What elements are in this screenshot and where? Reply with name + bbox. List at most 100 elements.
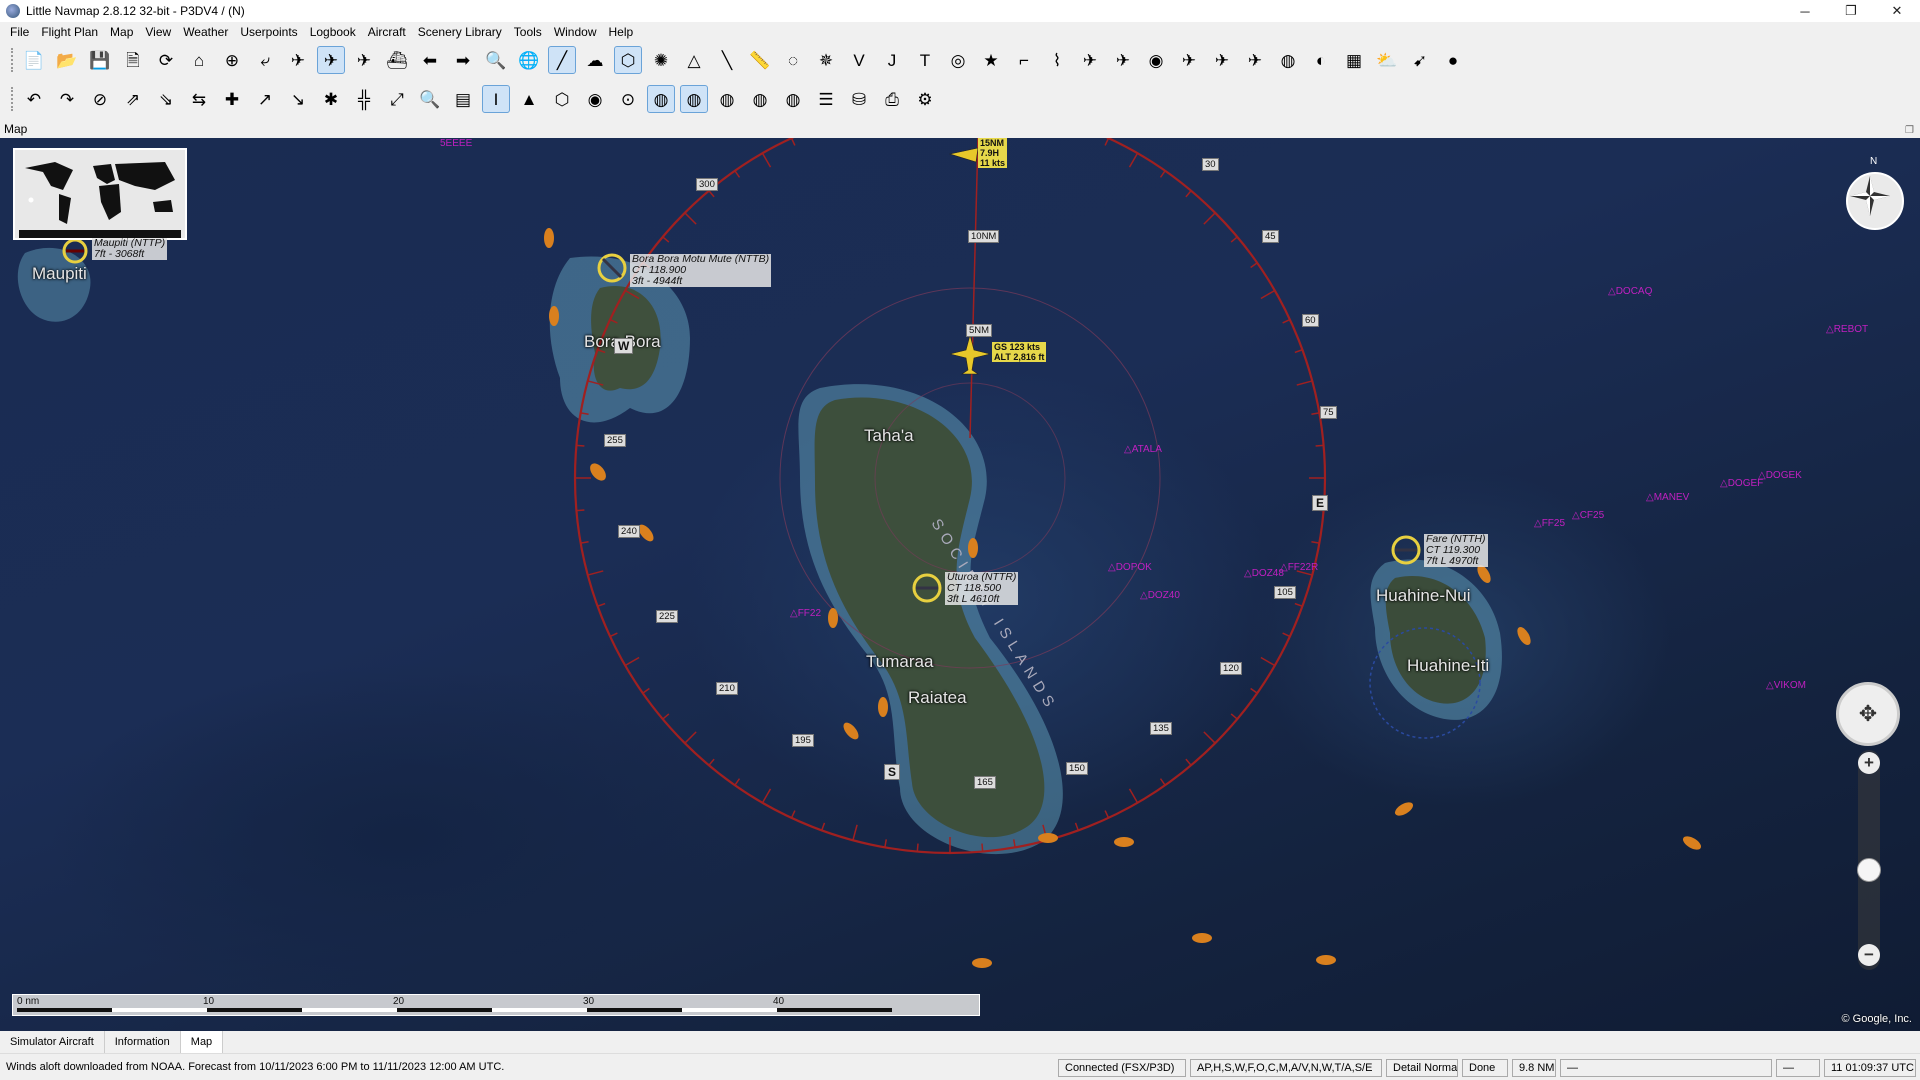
waypoint-dogek[interactable]: △DOGEK — [1758, 470, 1802, 481]
open-flightplan-icon[interactable]: 📂 — [53, 46, 81, 74]
track-icon[interactable]: T — [911, 46, 939, 74]
toolbar-grip[interactable] — [11, 87, 15, 111]
weather-icon[interactable]: ☁ — [581, 46, 609, 74]
tab-simulator-aircraft[interactable]: Simulator Aircraft — [0, 1031, 105, 1053]
select-departure-icon[interactable]: ↗ — [251, 85, 279, 113]
map-compass-icon[interactable] — [1846, 172, 1904, 230]
flight-trail-icon[interactable]: ✈ — [1175, 46, 1203, 74]
navigraph-icon[interactable]: ◉ — [581, 85, 609, 113]
print-icon[interactable]: ⎙ — [878, 85, 906, 113]
search-radius-icon[interactable]: ⊙ — [614, 85, 642, 113]
procedure-icon[interactable]: ⌐ — [1010, 46, 1038, 74]
back-icon[interactable]: ⬅ — [416, 46, 444, 74]
zoom-in-button[interactable]: + — [1858, 752, 1880, 774]
database-update-icon[interactable]: ⛁ — [845, 85, 873, 113]
globe-icon[interactable]: 🌐 — [515, 46, 543, 74]
new-flightplan-icon[interactable]: 📄 — [20, 46, 48, 74]
airport-label-nttb[interactable]: Bora Bora Motu Mute (NTTB) CT 118.900 3f… — [630, 254, 772, 287]
elevation-icon[interactable]: ▦ — [1340, 46, 1368, 74]
waypoint-atala[interactable]: △ATALA — [1124, 444, 1162, 455]
waypoint-doz48[interactable]: △DOZ48 — [1244, 568, 1284, 579]
otr-icon[interactable]: ◍ — [746, 85, 774, 113]
aircraft-trail-icon[interactable]: ✈ — [1076, 46, 1104, 74]
menu-logbook[interactable]: Logbook — [304, 22, 362, 42]
waypoint-vikom[interactable]: △VIKOM — [1766, 680, 1806, 691]
tab-information[interactable]: Information — [105, 1031, 181, 1053]
center-icon[interactable]: ⊕ — [218, 46, 246, 74]
close-button[interactable]: ✕ — [1874, 0, 1920, 22]
grid-icon[interactable]: ◍ — [1274, 46, 1302, 74]
zoom-in-icon[interactable]: 🔍 — [416, 85, 444, 113]
menu-map[interactable]: Map — [104, 22, 139, 42]
settings-icon[interactable]: ⚙ — [911, 85, 939, 113]
online-icon[interactable]: ◉ — [1142, 46, 1170, 74]
compass-rose-icon[interactable]: ✵ — [812, 46, 840, 74]
vor-icon[interactable]: ⬡ — [614, 46, 642, 74]
earth-icon[interactable]: ● — [1439, 46, 1467, 74]
waypoint-ff25[interactable]: △FF25 — [1534, 518, 1565, 529]
waypoint-icon[interactable]: △ — [680, 46, 708, 74]
redo-icon[interactable]: ↷ — [53, 85, 81, 113]
menu-tools[interactable]: Tools — [508, 22, 548, 42]
menu-weather[interactable]: Weather — [177, 22, 234, 42]
airport-label-nttr[interactable]: Uturoa (NTTR) CT 118.500 3ft L 4610ft — [945, 572, 1019, 605]
sun-shading-icon[interactable]: ◐ — [1307, 46, 1335, 74]
runway-icon[interactable]: ╬ — [350, 85, 378, 113]
ruler-icon[interactable]: 📏 — [746, 46, 774, 74]
waypoint-cf25[interactable]: △CF25 — [1572, 510, 1604, 521]
zoom-slider-knob[interactable] — [1857, 858, 1881, 882]
spec-icon[interactable]: ◍ — [713, 85, 741, 113]
map-position-back-icon[interactable]: ⤶ — [251, 46, 279, 74]
airport-label-nttp[interactable]: Maupiti (NTTP) 7ft - 3068ft — [92, 238, 168, 260]
italic-label-icon[interactable]: I — [482, 85, 510, 113]
tab-map[interactable]: Map — [180, 1031, 224, 1053]
fir-icon[interactable]: ◍ — [779, 85, 807, 113]
ndb-icon[interactable]: ✺ — [647, 46, 675, 74]
clear-icon[interactable]: ⊘ — [86, 85, 114, 113]
menu-flight-plan[interactable]: Flight Plan — [35, 22, 104, 42]
calc-route-icon[interactable]: ⇗ — [119, 85, 147, 113]
menu-scenery-library[interactable]: Scenery Library — [412, 22, 508, 42]
ai-aircraft-icon[interactable]: ✈ — [350, 46, 378, 74]
waypoint-rebot[interactable]: △REBOT — [1826, 324, 1868, 335]
waypoint-ff22r[interactable]: △FF22R — [1280, 562, 1318, 573]
world-overview-inset[interactable] — [13, 148, 187, 240]
menu-file[interactable]: File — [4, 22, 35, 42]
menu-view[interactable]: View — [139, 22, 177, 42]
waypoint-docaq[interactable]: △DOCAQ — [1608, 286, 1652, 297]
waypoint-dopok[interactable]: △DOPOK — [1108, 562, 1152, 573]
center-aircraft-icon[interactable]: ✈ — [317, 46, 345, 74]
range-ring-icon[interactable]: ◌ — [779, 46, 807, 74]
terrain-icon[interactable]: ▲ — [515, 85, 543, 113]
search-airport-icon[interactable]: 🔍 — [482, 46, 510, 74]
rstr-icon[interactable]: ◍ — [680, 85, 708, 113]
menu-aircraft[interactable]: Aircraft — [362, 22, 412, 42]
menu-help[interactable]: Help — [603, 22, 640, 42]
save-flightplan-icon[interactable]: 💾 — [86, 46, 114, 74]
ai-ship-icon[interactable]: ✈ — [1109, 46, 1137, 74]
airport-label-ntth[interactable]: Fare (NTTH) CT 119.300 7ft L 4970ft — [1424, 534, 1488, 567]
waypoint-doz40[interactable]: △DOZ40 — [1140, 590, 1180, 601]
home-icon[interactable]: ⌂ — [185, 46, 213, 74]
jet-airway-icon[interactable]: J — [878, 46, 906, 74]
route-icon[interactable]: ╱ — [548, 46, 576, 74]
wind-icon[interactable]: ➹ — [1406, 46, 1434, 74]
map-view[interactable]: Maupiti Bora Bora Taha'a Tumaraa Raiatea… — [0, 138, 1920, 1031]
select-destination-icon[interactable]: ↘ — [284, 85, 312, 113]
victor-airway-icon[interactable]: V — [845, 46, 873, 74]
userpoint-icon[interactable]: ★ — [977, 46, 1005, 74]
zoom-fit-icon[interactable]: ⤢ — [383, 85, 411, 113]
calc-direct-icon[interactable]: ⇘ — [152, 85, 180, 113]
database-icon[interactable]: ☰ — [812, 85, 840, 113]
menu-userpoints[interactable]: Userpoints — [234, 22, 303, 42]
aircraft-compass-icon[interactable]: ✈ — [1208, 46, 1236, 74]
reload-icon[interactable]: ⟳ — [152, 46, 180, 74]
forward-icon[interactable]: ➡ — [449, 46, 477, 74]
waypoint-ff22[interactable]: △FF22 — [790, 608, 821, 619]
maximize-button[interactable]: ❐ — [1828, 0, 1874, 22]
pan-control-icon[interactable]: ✥ — [1836, 682, 1900, 746]
endurance-icon[interactable]: ✈ — [1241, 46, 1269, 74]
airway-icon[interactable]: ╲ — [713, 46, 741, 74]
toolbar-grip[interactable] — [11, 48, 15, 72]
add-waypoint-icon[interactable]: ✚ — [218, 85, 246, 113]
